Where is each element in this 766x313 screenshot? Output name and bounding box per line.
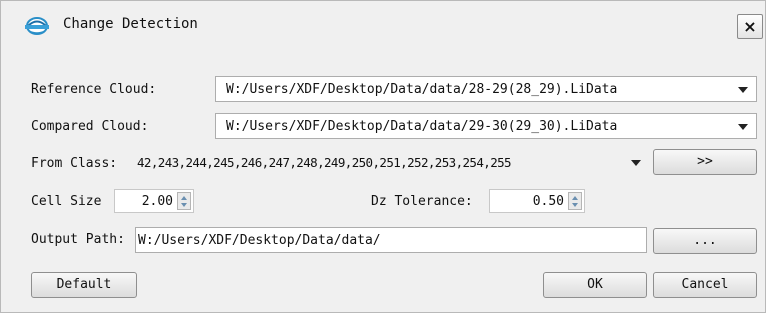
dz-tolerance-spinbox[interactable]: 0.50 [489,189,585,213]
default-button[interactable]: Default [31,272,137,298]
spin-up-icon[interactable] [181,196,187,200]
compared-cloud-value: W:/Users/XDF/Desktop/Data/data/29-30(29_… [226,119,618,134]
close-button[interactable]: × [737,14,763,39]
dialog-title: Change Detection [63,16,198,32]
chevron-down-icon [738,87,748,93]
change-detection-dialog: Change Detection × Reference Cloud: W:/U… [0,0,766,313]
dz-tolerance-label: Dz Tolerance: [371,194,473,209]
output-path-value: W:/Users/XDF/Desktop/Data/data/ [138,233,381,248]
spin-down-icon[interactable] [572,203,578,207]
spin-up-icon[interactable] [572,196,578,200]
from-class-label: From Class: [31,156,118,171]
chevron-down-icon [631,160,641,166]
ok-button[interactable]: OK [543,272,647,298]
compared-cloud-label: Compared Cloud: [31,119,149,134]
dz-tolerance-value: 0.50 [532,194,564,209]
spin-down-icon[interactable] [181,203,187,207]
title-bar: Change Detection × [1,1,765,49]
cancel-button[interactable]: Cancel [653,272,757,298]
cell-size-label: Cell Size [31,194,102,209]
from-class-value: 42,243,244,245,246,247,248,249,250,251,2… [137,155,512,170]
spin-arrows-icon[interactable] [568,192,582,210]
from-class-select[interactable]: 42,243,244,245,246,247,248,249,250,251,2… [133,150,643,176]
reference-cloud-value: W:/Users/XDF/Desktop/Data/data/28-29(28_… [226,82,618,97]
output-path-label: Output Path: [31,232,125,247]
output-path-input[interactable]: W:/Users/XDF/Desktop/Data/data/ [135,227,647,253]
from-class-expand-button[interactable]: >> [653,149,757,175]
reference-cloud-select[interactable]: W:/Users/XDF/Desktop/Data/data/28-29(28_… [215,76,757,102]
cell-size-spinbox[interactable]: 2.00 [114,189,194,213]
app-logo-icon [25,17,49,35]
browse-button[interactable]: ... [653,228,757,254]
compared-cloud-select[interactable]: W:/Users/XDF/Desktop/Data/data/29-30(29_… [215,113,757,139]
spin-arrows-icon[interactable] [177,192,191,210]
chevron-down-icon [738,124,748,130]
cell-size-value: 2.00 [141,194,173,209]
reference-cloud-label: Reference Cloud: [31,82,157,97]
